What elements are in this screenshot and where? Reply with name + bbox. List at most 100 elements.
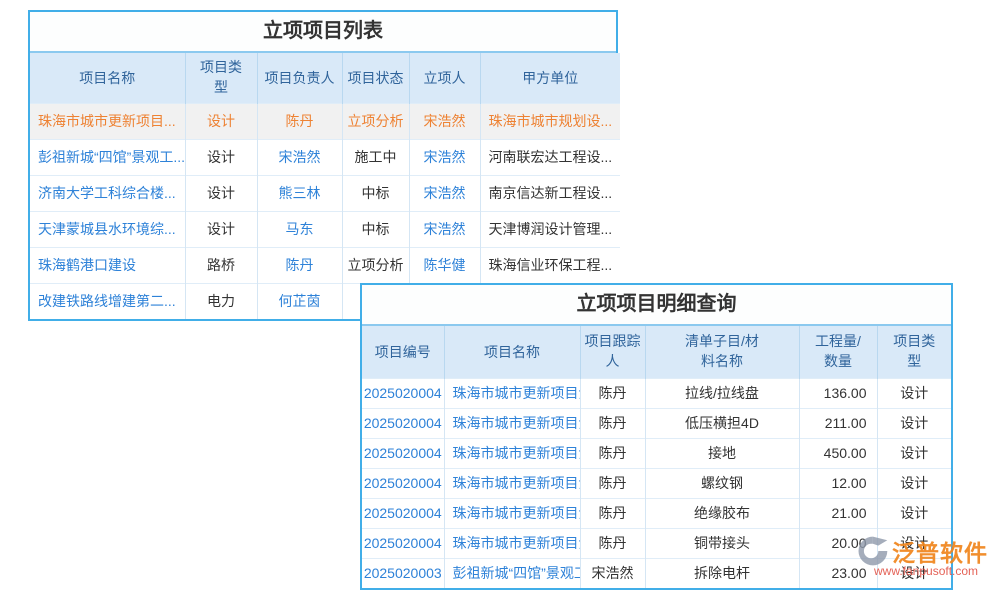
item-cell: 低压横担4D: [645, 408, 799, 438]
client-unit-cell: 珠海市城市规划设...: [480, 103, 620, 139]
detail-row[interactable]: 2025020004 珠海市城市更新项目紫桐 陈丹 拉线/拉线盘 136.00 …: [362, 378, 951, 408]
project-detail-title: 立项项目明细查询: [362, 285, 951, 326]
column-header-item-material: 清单子目/材料名称: [645, 326, 799, 378]
project-type-cell: 设计: [877, 378, 951, 408]
project-type-cell: 设计: [185, 139, 257, 175]
project-type-cell: 设计: [185, 211, 257, 247]
detail-row[interactable]: 2025020004 珠海市城市更新项目紫桐 陈丹 绝缘胶布 21.00 设计: [362, 498, 951, 528]
project-type-cell: 设计: [877, 468, 951, 498]
tracker-cell: 陈丹: [580, 378, 645, 408]
project-name-link[interactable]: 珠海市城市更新项目紫桐: [444, 528, 580, 558]
project-name-link[interactable]: 珠海市城市更新项目紫桐: [444, 468, 580, 498]
item-cell: 螺纹钢: [645, 468, 799, 498]
project-name-link[interactable]: 彭祖新城“四馆”景观工...: [30, 139, 185, 175]
project-type-cell: 设计: [877, 408, 951, 438]
project-manager-link[interactable]: 陈丹: [257, 247, 342, 283]
initiator-link[interactable]: 宋浩然: [409, 103, 480, 139]
initiator-link[interactable]: 宋浩然: [409, 175, 480, 211]
project-name-link[interactable]: 珠海市城市更新项目紫桐: [444, 438, 580, 468]
project-code-link[interactable]: 2025020004: [362, 528, 444, 558]
quantity-cell: 21.00: [799, 498, 877, 528]
tracker-cell: 陈丹: [580, 468, 645, 498]
client-unit-cell: 河南联宏达工程设...: [480, 139, 620, 175]
project-code-link[interactable]: 2025020004: [362, 378, 444, 408]
column-header-project-name: 项目名称: [30, 53, 185, 103]
watermark-brand-text: 泛普软件: [892, 534, 988, 568]
column-header-quantity: 工程量/数量: [799, 326, 877, 378]
column-header-project-code: 项目编号: [362, 326, 444, 378]
project-manager-link[interactable]: 熊三林: [257, 175, 342, 211]
project-list-panel: 立项项目列表 项目名称 项目类型 项目负责人 项目状态 立项人 甲方单位 珠海市…: [28, 10, 618, 321]
tracker-cell: 陈丹: [580, 438, 645, 468]
client-unit-cell: 天津博润设计管理...: [480, 211, 620, 247]
initiator-link[interactable]: 宋浩然: [409, 211, 480, 247]
project-manager-link[interactable]: 何芷茵: [257, 283, 342, 319]
project-row[interactable]: 珠海鹤港口建设 路桥 陈丹 立项分析 陈华健 珠海信业环保工程...: [30, 247, 620, 283]
project-name-link[interactable]: 彭祖新城“四馆”景观工程: [444, 558, 580, 588]
project-type-cell: 设计: [877, 438, 951, 468]
project-name-link[interactable]: 珠海市城市更新项目...: [30, 103, 185, 139]
project-code-link[interactable]: 2025020003: [362, 558, 444, 588]
column-header-project-name: 项目名称: [444, 326, 580, 378]
item-cell: 拆除电杆: [645, 558, 799, 588]
detail-row[interactable]: 2025020004 珠海市城市更新项目紫桐 陈丹 螺纹钢 12.00 设计: [362, 468, 951, 498]
project-list-title: 立项项目列表: [30, 12, 616, 53]
project-name-link[interactable]: 改建铁路线增建第二...: [30, 283, 185, 319]
quantity-cell: 450.00: [799, 438, 877, 468]
project-manager-link[interactable]: 马东: [257, 211, 342, 247]
item-cell: 接地: [645, 438, 799, 468]
item-cell: 绝缘胶布: [645, 498, 799, 528]
project-name-link[interactable]: 济南大学工科综合楼...: [30, 175, 185, 211]
project-name-link[interactable]: 珠海市城市更新项目紫桐: [444, 378, 580, 408]
column-header-initiator: 立项人: [409, 53, 480, 103]
project-row[interactable]: 天津蒙城县水环境综... 设计 马东 中标 宋浩然 天津博润设计管理...: [30, 211, 620, 247]
project-code-link[interactable]: 2025020004: [362, 408, 444, 438]
project-type-cell: 设计: [185, 175, 257, 211]
column-header-project-type: 项目类型: [185, 53, 257, 103]
project-code-link[interactable]: 2025020004: [362, 498, 444, 528]
project-type-cell: 设计: [185, 103, 257, 139]
client-unit-cell: 南京信达新工程设...: [480, 175, 620, 211]
project-list-table: 项目名称 项目类型 项目负责人 项目状态 立项人 甲方单位 珠海市城市更新项目.…: [30, 53, 620, 319]
project-code-link[interactable]: 2025020004: [362, 438, 444, 468]
project-name-link[interactable]: 天津蒙城县水环境综...: [30, 211, 185, 247]
initiator-link[interactable]: 陈华健: [409, 247, 480, 283]
detail-header-row: 项目编号 项目名称 项目跟踪人 清单子目/材料名称 工程量/数量 项目类型: [362, 326, 951, 378]
project-name-link[interactable]: 珠海鹤港口建设: [30, 247, 185, 283]
project-row[interactable]: 济南大学工科综合楼... 设计 熊三林 中标 宋浩然 南京信达新工程设...: [30, 175, 620, 211]
project-manager-link[interactable]: 宋浩然: [257, 139, 342, 175]
project-status-cell: 中标: [342, 175, 409, 211]
project-status-cell: 立项分析: [342, 103, 409, 139]
detail-row[interactable]: 2025020004 珠海市城市更新项目紫桐 陈丹 接地 450.00 设计: [362, 438, 951, 468]
project-name-link[interactable]: 珠海市城市更新项目紫桐: [444, 408, 580, 438]
project-type-cell: 设计: [877, 498, 951, 528]
project-name-link[interactable]: 珠海市城市更新项目紫桐: [444, 498, 580, 528]
project-manager-link[interactable]: 陈丹: [257, 103, 342, 139]
project-type-cell: 路桥: [185, 247, 257, 283]
project-status-cell: 施工中: [342, 139, 409, 175]
project-status-cell: 立项分析: [342, 247, 409, 283]
project-list-header-row: 项目名称 项目类型 项目负责人 项目状态 立项人 甲方单位: [30, 53, 620, 103]
initiator-link[interactable]: 宋浩然: [409, 139, 480, 175]
tracker-cell: 陈丹: [580, 408, 645, 438]
page: 立项项目列表 项目名称 项目类型 项目负责人 项目状态 立项人 甲方单位 珠海市…: [0, 0, 1000, 600]
quantity-cell: 211.00: [799, 408, 877, 438]
column-header-tracker: 项目跟踪人: [580, 326, 645, 378]
client-unit-cell: 珠海信业环保工程...: [480, 247, 620, 283]
project-code-link[interactable]: 2025020004: [362, 468, 444, 498]
project-row-selected[interactable]: 珠海市城市更新项目... 设计 陈丹 立项分析 宋浩然 珠海市城市规划设...: [30, 103, 620, 139]
tracker-cell: 陈丹: [580, 498, 645, 528]
detail-row[interactable]: 2025020004 珠海市城市更新项目紫桐 陈丹 低压横担4D 211.00 …: [362, 408, 951, 438]
column-header-client-unit: 甲方单位: [480, 53, 620, 103]
fanpu-logo-icon: [854, 533, 890, 569]
tracker-cell: 宋浩然: [580, 558, 645, 588]
project-status-cell: 中标: [342, 211, 409, 247]
column-header-project-status: 项目状态: [342, 53, 409, 103]
item-cell: 拉线/拉线盘: [645, 378, 799, 408]
project-type-cell: 电力: [185, 283, 257, 319]
column-header-project-manager: 项目负责人: [257, 53, 342, 103]
quantity-cell: 12.00: [799, 468, 877, 498]
column-header-project-type: 项目类型: [877, 326, 951, 378]
item-cell: 铜带接头: [645, 528, 799, 558]
project-row[interactable]: 彭祖新城“四馆”景观工... 设计 宋浩然 施工中 宋浩然 河南联宏达工程设..…: [30, 139, 620, 175]
